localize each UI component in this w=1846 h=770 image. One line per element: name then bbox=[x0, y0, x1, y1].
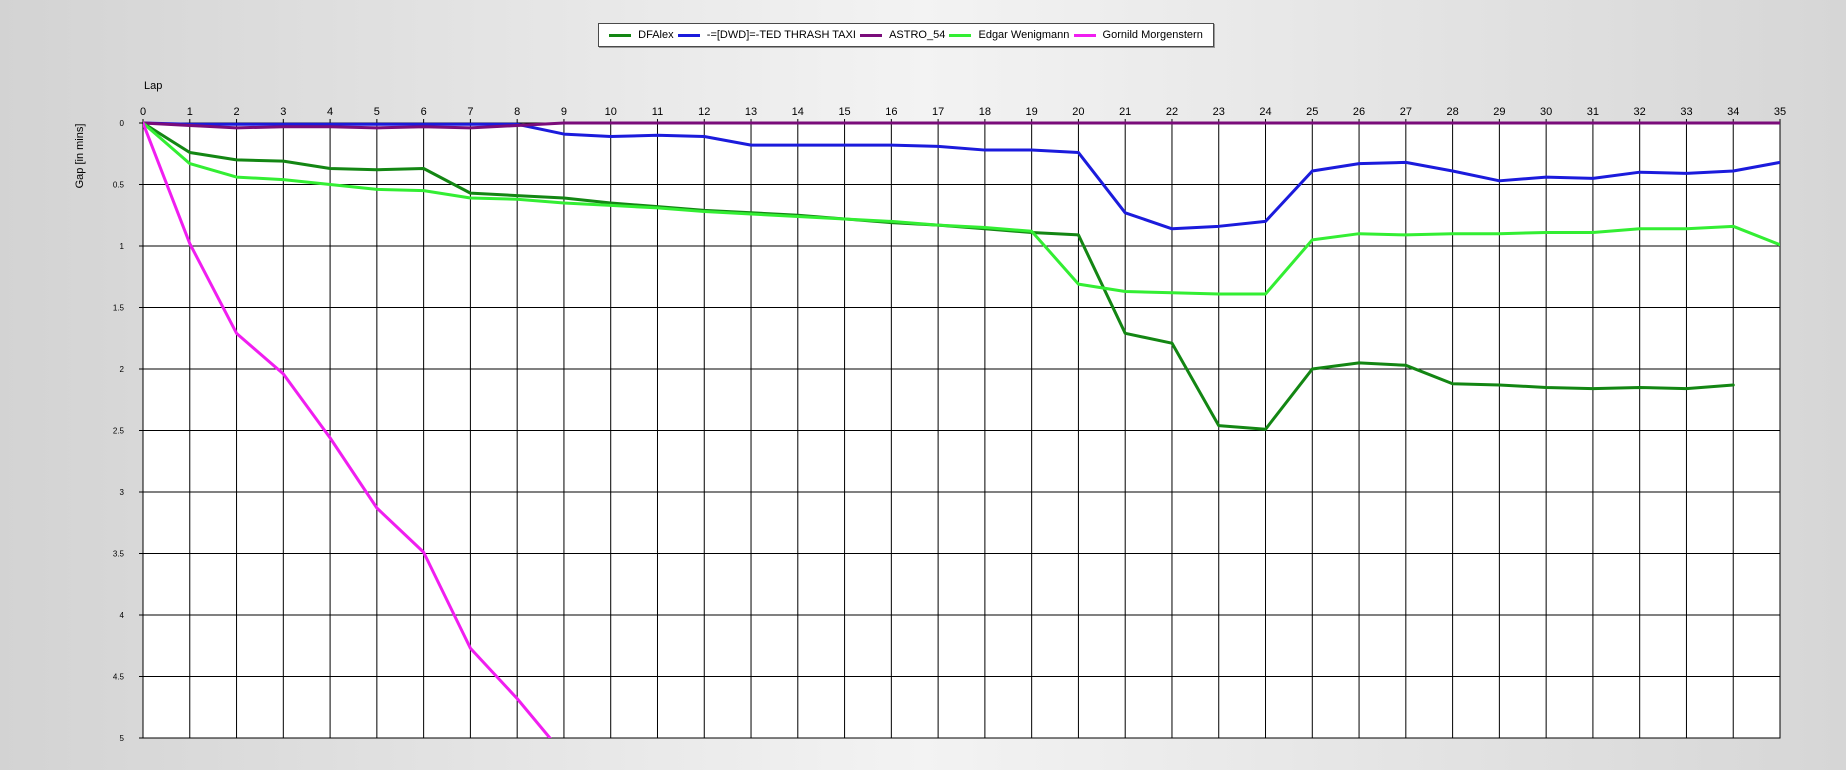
y-tick-label: 3 bbox=[120, 488, 125, 497]
x-tick-label: 17 bbox=[932, 106, 944, 118]
x-tick-label: 19 bbox=[1026, 106, 1038, 118]
x-tick-label: 18 bbox=[979, 106, 991, 118]
x-tick-label: 6 bbox=[421, 106, 427, 118]
plot-area: 0 1 2 3 4 5 6 7 8 9 10 11 12 13 14 15 16 17 18 19 20 21 22 23 24… bbox=[74, 80, 1786, 743]
x-tick-label: 29 bbox=[1493, 106, 1505, 118]
x-tick-label: 23 bbox=[1213, 106, 1225, 118]
y-tick-label: 4 bbox=[120, 611, 125, 620]
y-axis-label: Gap [in mins] bbox=[74, 124, 86, 189]
x-tick-label: 32 bbox=[1634, 106, 1646, 118]
x-tick-label: 13 bbox=[745, 106, 757, 118]
x-tick-label: 2 bbox=[233, 106, 239, 118]
x-tick-label: 34 bbox=[1727, 106, 1739, 118]
x-tick-label: 7 bbox=[467, 106, 473, 118]
y-tick-label: 5 bbox=[120, 734, 125, 743]
x-tick-label: 28 bbox=[1446, 106, 1458, 118]
x-tick-label: 20 bbox=[1072, 106, 1084, 118]
x-tick-label: 33 bbox=[1680, 106, 1692, 118]
x-tick-label: 1 bbox=[187, 106, 193, 118]
y-tick-label: 0 bbox=[120, 119, 125, 128]
y-tick-label: 4.5 bbox=[113, 673, 125, 682]
x-tick-label: 9 bbox=[561, 106, 567, 118]
y-tick-label: 0.5 bbox=[113, 181, 125, 190]
x-tick-label: 5 bbox=[374, 106, 380, 118]
x-tick-label: 25 bbox=[1306, 106, 1318, 118]
x-tick-label: 3 bbox=[280, 106, 286, 118]
x-tick-label: 26 bbox=[1353, 106, 1365, 118]
x-tick-label: 27 bbox=[1400, 106, 1412, 118]
x-tick-label: 21 bbox=[1119, 106, 1131, 118]
x-tick-label: 11 bbox=[652, 106, 663, 118]
x-tick-label: 14 bbox=[792, 106, 804, 118]
chart: DFAlex -=[DWD]=-TED THRASH TAXI ASTRO_54 Ed… bbox=[0, 0, 1846, 770]
x-tick-label: 22 bbox=[1166, 106, 1178, 118]
x-tick-label: 35 bbox=[1774, 106, 1786, 118]
y-tick-label: 2 bbox=[120, 365, 125, 374]
x-tick-label: 8 bbox=[514, 106, 520, 118]
x-tick-label: 30 bbox=[1540, 106, 1552, 118]
x-axis-label: Lap bbox=[144, 80, 162, 92]
x-tick-label: 10 bbox=[605, 106, 617, 118]
x-tick-label: 0 bbox=[140, 106, 146, 118]
x-tick-label: 24 bbox=[1259, 106, 1271, 118]
x-tick-label: 15 bbox=[838, 106, 850, 118]
x-tick-label: 4 bbox=[327, 106, 333, 118]
x-tick-label: 31 bbox=[1587, 106, 1599, 118]
x-tick-label: 16 bbox=[885, 106, 897, 118]
y-tick-label: 2.5 bbox=[113, 427, 125, 436]
y-tick-label: 1.5 bbox=[113, 304, 125, 313]
y-tick-label: 1 bbox=[120, 242, 125, 251]
y-tick-label: 3.5 bbox=[113, 550, 125, 559]
x-tick-label: 12 bbox=[698, 106, 710, 118]
